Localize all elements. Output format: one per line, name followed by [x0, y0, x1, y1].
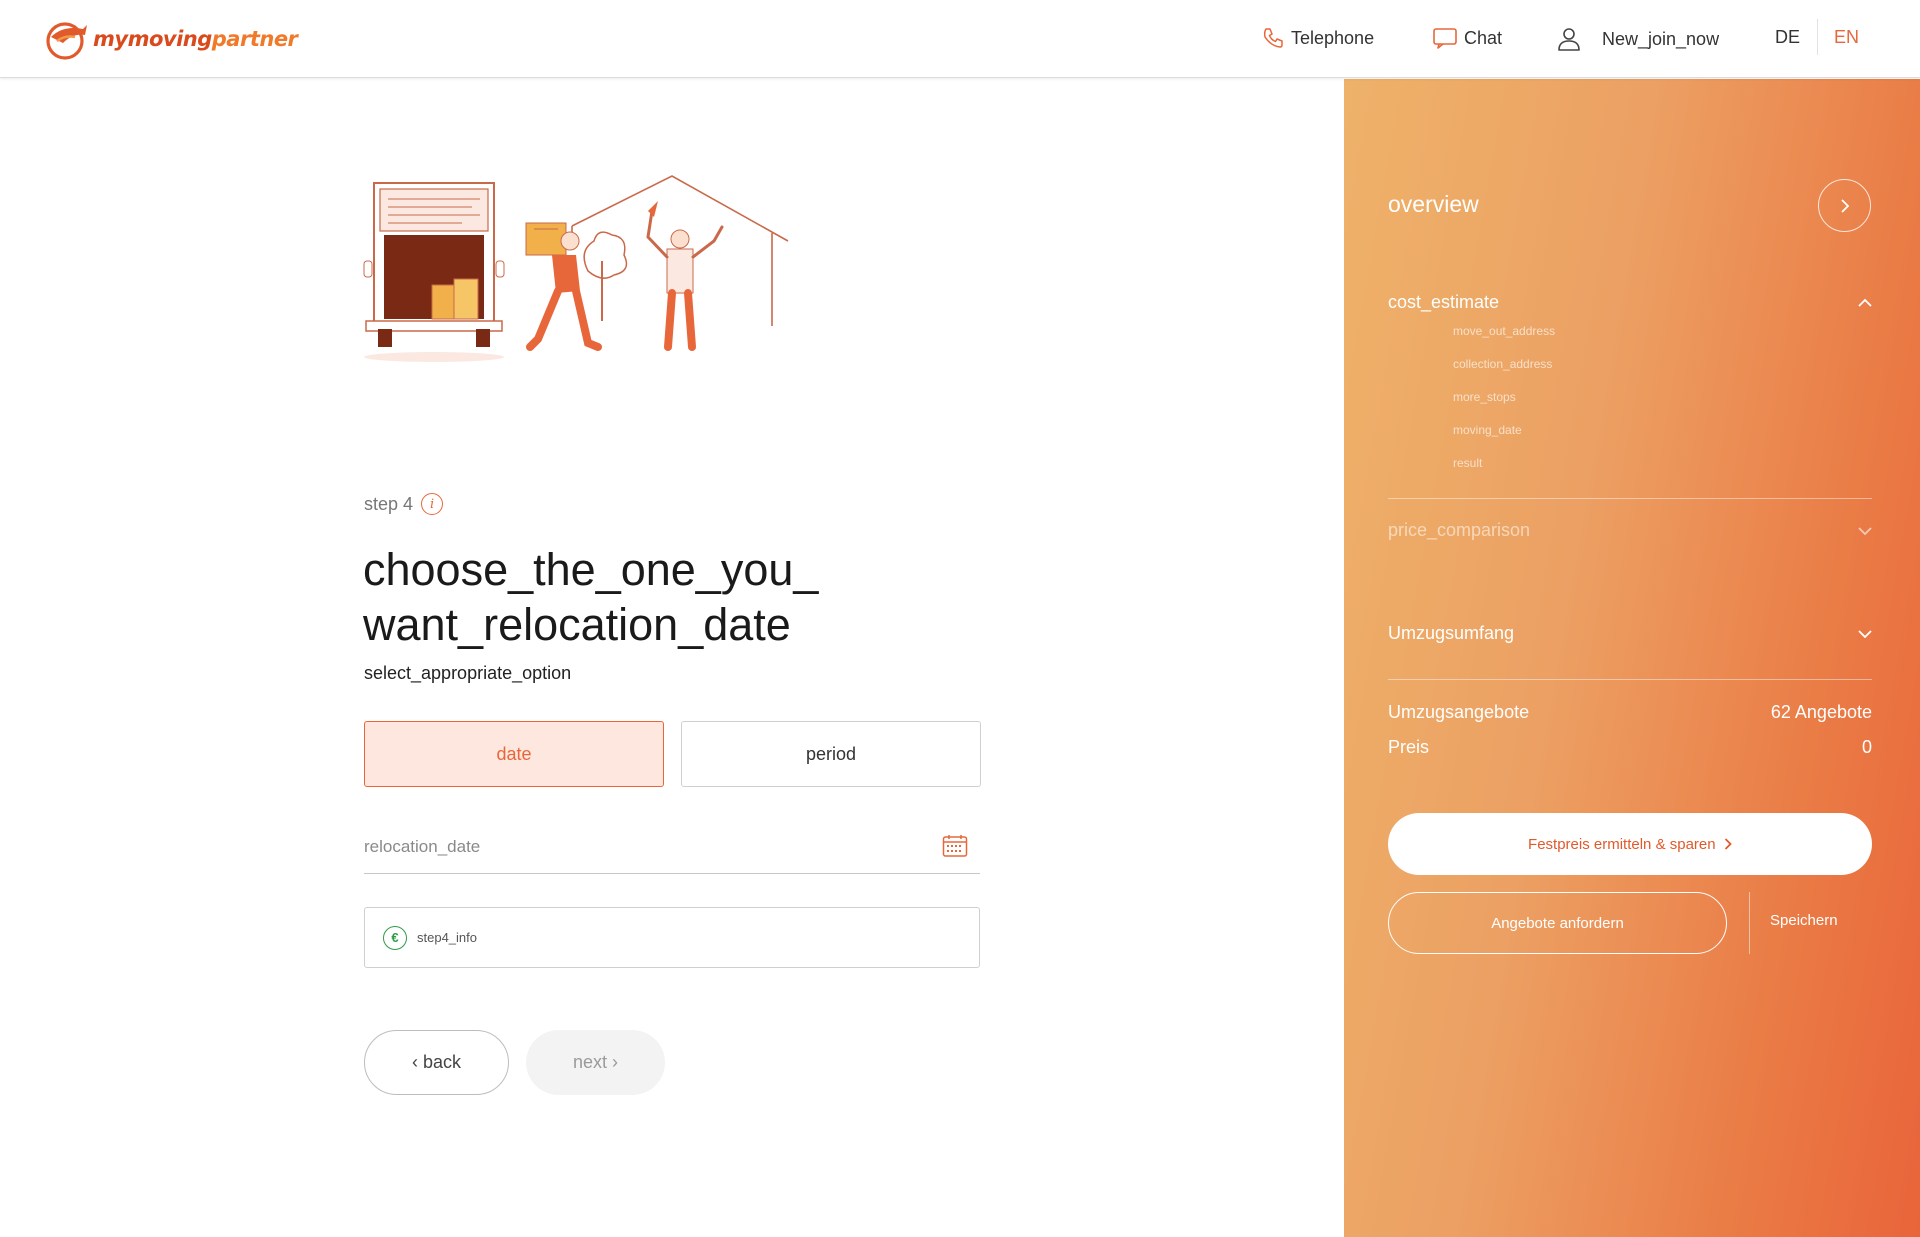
user-icon [1558, 28, 1580, 51]
price-label: Preis [1388, 737, 1430, 757]
cost-item-more-stops[interactable]: more_stops [1453, 391, 1555, 424]
telephone-label: Telephone [1291, 27, 1375, 48]
cost-item-result[interactable]: result [1453, 457, 1555, 490]
fixed-price-label: Festpreis ermitteln & sparen [1528, 835, 1716, 853]
umzugsumfang-label: Umzugsumfang [1388, 623, 1515, 643]
price-comparison-label: price_comparison [1388, 520, 1531, 540]
overview-toggle-button[interactable] [1818, 179, 1871, 232]
price-value: 0 [1861, 737, 1872, 757]
offers-value: 62 Angebote [1770, 702, 1872, 722]
page-title-line-2: want_relocation_date [363, 599, 791, 650]
logo-mark-icon [46, 22, 87, 60]
logo-text: mymovingpartner [93, 27, 298, 51]
cost-estimate-label: cost_estimate [1388, 292, 1500, 312]
site-logo[interactable]: mymovingpartner [43, 17, 298, 61]
worker-carrying-box-icon [525, 222, 602, 351]
cost-item-move-out-address[interactable]: move_out_address [1453, 325, 1555, 358]
back-label: back [422, 1052, 462, 1072]
page-subtitle: select_appropriate_option [364, 663, 572, 683]
user-label: New_join_now [1602, 28, 1720, 49]
main-content: step 4 i choose_the_one_you_ want_reloca… [0, 79, 1344, 1237]
price-summary: Preis 0 [1388, 737, 1872, 758]
page-title-line-1: choose_the_one_you_ [363, 544, 819, 595]
chevron-left-icon: ‹ [411, 1052, 418, 1072]
fixed-price-button[interactable]: Festpreis ermitteln & sparen [1388, 813, 1872, 875]
price-comparison-section-header[interactable]: price_comparison [1388, 520, 1872, 541]
lang-de[interactable]: DE [1775, 27, 1800, 48]
umzugsumfang-section-header[interactable]: Umzugsumfang [1388, 623, 1872, 644]
calendar-icon[interactable] [942, 834, 968, 858]
period-option-button[interactable]: period [681, 721, 981, 787]
phone-icon [1263, 28, 1283, 48]
back-button[interactable]: ‹ back [364, 1030, 509, 1095]
chat-link[interactable]: Chat [1432, 26, 1502, 50]
cost-estimate-items: move_out_address collection_address more… [1453, 325, 1555, 490]
sidebar-divider [1388, 498, 1872, 499]
cost-item-moving-date[interactable]: moving_date [1453, 424, 1555, 457]
chevron-up-icon [1858, 298, 1872, 307]
user-account-link[interactable]: New_join_now [1556, 26, 1719, 52]
chat-label: Chat [1464, 27, 1503, 48]
step-info-text: step4_info [417, 930, 477, 945]
relocation-date-input[interactable] [364, 829, 924, 865]
tree-icon [583, 231, 628, 321]
next-label: next [572, 1052, 607, 1072]
chevron-right-icon [1840, 198, 1849, 213]
chat-icon [1433, 28, 1457, 49]
overview-title: overview [1388, 191, 1479, 217]
step-info-box: € step4_info [364, 907, 980, 968]
page-title: choose_the_one_you_ want_relocation_date [363, 542, 923, 652]
euro-icon: € [383, 925, 407, 950]
worker-waving-icon [646, 201, 724, 351]
lang-divider [1817, 19, 1818, 55]
relocation-date-field [364, 819, 980, 874]
cost-item-collection-address[interactable]: collection_address [1453, 358, 1555, 391]
chevron-right-icon: › [612, 1052, 619, 1072]
save-link[interactable]: Speichern [1770, 912, 1838, 929]
chevron-down-icon [1858, 629, 1872, 638]
info-icon[interactable]: i [421, 493, 444, 515]
overview-sidebar: overview cost_estimate move_out_address … [1344, 79, 1920, 1237]
chevron-right-icon [1724, 838, 1732, 850]
step-indicator: step 4 i [364, 493, 444, 515]
next-button[interactable]: next › [526, 1030, 665, 1095]
offers-label: Umzugsangebote [1388, 702, 1530, 722]
chevron-down-icon [1858, 526, 1872, 535]
sidebar-divider [1388, 679, 1872, 680]
lang-en[interactable]: EN [1834, 27, 1859, 48]
button-divider [1749, 892, 1750, 954]
moving-truck-illustration [363, 175, 789, 362]
top-header: mymovingpartner Telephone Chat New_join_… [0, 0, 1920, 78]
cost-estimate-section-header[interactable]: cost_estimate [1388, 292, 1872, 313]
date-option-button[interactable]: date [364, 721, 664, 787]
offers-summary: Umzugsangebote 62 Angebote [1388, 702, 1872, 723]
request-offers-button[interactable]: Angebote anfordern [1388, 892, 1727, 954]
step-label: step 4 [364, 493, 414, 514]
telephone-link[interactable]: Telephone [1261, 26, 1374, 50]
truck-icon [363, 182, 505, 362]
